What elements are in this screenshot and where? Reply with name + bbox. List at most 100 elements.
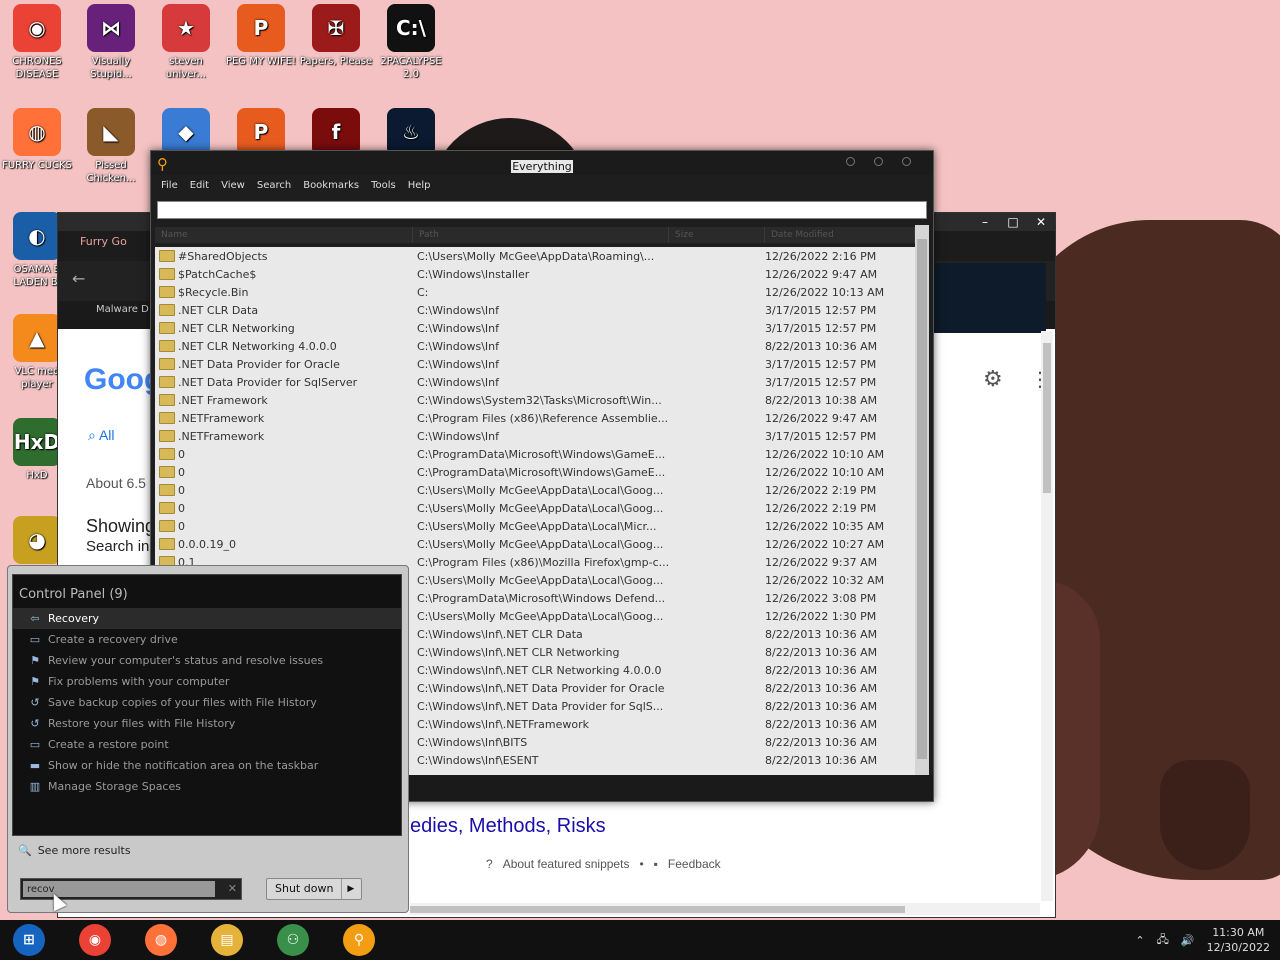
taskbar-button[interactable]: ◉	[66, 922, 124, 958]
vertical-scrollbar[interactable]	[1041, 331, 1053, 901]
chevron-up-icon[interactable]: ⌃	[1135, 934, 1144, 947]
bookmark-item[interactable]: Malware D	[96, 304, 149, 315]
file-history-icon: ↺	[30, 716, 40, 730]
menu-item[interactable]: File	[155, 175, 184, 197]
file-name: .NET Data Provider for Oracle	[178, 357, 340, 371]
network-icon[interactable]: 🖧	[1157, 931, 1169, 950]
start-result-label: Fix problems with your computer	[48, 675, 230, 688]
start-result-item[interactable]: ⇦ Recovery	[13, 608, 401, 629]
table-row[interactable]: .NET Data Provider for SqlServer C:\Windo…	[155, 373, 915, 391]
tab-all-label: All	[98, 427, 115, 443]
folder-icon	[159, 286, 175, 298]
scrollbar-thumb[interactable]	[917, 239, 927, 759]
column-header[interactable]: Date Modified	[765, 227, 915, 243]
table-row[interactable]: .NETFramework C:\Windows\Inf 3/17/2015 12:…	[155, 427, 915, 445]
taskbar-button[interactable]: ⚇	[264, 922, 322, 958]
file-name: .NET CLR Networking	[178, 321, 295, 335]
start-result-item[interactable]: ▥ Manage Storage Spaces	[13, 776, 401, 797]
back-arrow-icon[interactable]: ←	[72, 269, 85, 288]
vertical-scrollbar[interactable]	[915, 225, 929, 777]
everything-search-icon: ⚲	[343, 924, 375, 956]
browser-tab-title[interactable]: Furry Go	[80, 235, 127, 248]
column-header[interactable]: Size	[669, 227, 765, 243]
menu-item[interactable]: Search	[251, 175, 297, 197]
desktop-icon[interactable]: P PEG MY WIFE!	[224, 4, 298, 68]
start-result-item[interactable]: ↺ Restore your files with File History	[13, 713, 401, 734]
table-row[interactable]: 0 C:\Users\Molly McGee\AppData\Local\Goog…	[155, 499, 915, 517]
table-row[interactable]: 0.0.0.19_0 C:\Users\Molly McGee\AppData\L…	[155, 535, 915, 553]
desktop-icon[interactable]: ★ steven univer...	[149, 4, 223, 81]
menu-item[interactable]: Edit	[184, 175, 215, 197]
desktop-icon[interactable]: ◉ CHRONES DISEASE	[0, 4, 74, 81]
menu-item[interactable]: Help	[402, 175, 437, 197]
folder-icon	[159, 484, 175, 496]
clock[interactable]: 11:30 AM 12/30/2022	[1207, 925, 1270, 955]
desktop-icon[interactable]: ◍ FURRY CUCKS	[0, 108, 74, 172]
profile-avatar[interactable]	[928, 263, 1046, 333]
about-snippets-link[interactable]: About featured snippets	[503, 857, 630, 871]
start-result-item[interactable]: ↺ Save backup copies of your files with F…	[13, 692, 401, 713]
minimize-icon[interactable]	[846, 157, 855, 166]
maximize-icon[interactable]: □	[999, 213, 1027, 231]
taskbar-button[interactable]: ⊞	[0, 922, 58, 958]
feedback-link[interactable]: Feedback	[668, 857, 721, 871]
clock-time: 11:30 AM	[1212, 926, 1265, 939]
tab-all[interactable]: ⌕ All	[88, 427, 115, 444]
file-name: $Recycle.Bin	[178, 285, 249, 299]
desktop-icon[interactable]: ◣ Pissed Chicken...	[74, 108, 148, 185]
blue-flame-icon: ♨	[387, 108, 435, 156]
table-row[interactable]: 0 C:\Users\Molly McGee\AppData\Local\Micr…	[155, 517, 915, 535]
clear-search-icon[interactable]: ✕	[228, 882, 237, 895]
taskbar-button[interactable]: ▤	[198, 922, 256, 958]
minimize-icon[interactable]: –	[971, 213, 999, 231]
menu-item[interactable]: View	[215, 175, 251, 197]
start-result-item[interactable]: ▭ Create a recovery drive	[13, 629, 401, 650]
table-row[interactable]: $PatchCache$ C:\Windows\Installer 12/26/20…	[155, 265, 915, 283]
table-row[interactable]: .NET CLR Networking 4.0.0.0 C:\Windows\In…	[155, 337, 915, 355]
maximize-icon[interactable]	[874, 157, 883, 166]
table-row[interactable]: .NET Framework C:\Windows\System32\Tasks\…	[155, 391, 915, 409]
table-row[interactable]: 0 C:\ProgramData\Microsoft\Windows\GameE.…	[155, 445, 915, 463]
taskbar-button[interactable]: ⚲	[330, 922, 388, 958]
table-row[interactable]: .NETFramework C:\Program Files (x86)\Refe…	[155, 409, 915, 427]
start-result-item[interactable]: ⚑ Fix problems with your computer	[13, 671, 401, 692]
volume-icon[interactable]: 🔊	[1181, 934, 1195, 947]
start-result-item[interactable]: ▭ Create a restore point	[13, 734, 401, 755]
result-group-title[interactable]: Control Panel (9)	[13, 575, 401, 608]
scrollbar-thumb[interactable]	[1043, 343, 1051, 493]
everything-titlebar[interactable]: ⚲ Everything	[151, 151, 933, 175]
table-row[interactable]: .NET Data Provider for Oracle C:\Windows\…	[155, 355, 915, 373]
desktop-icon[interactable]: C:\ 2PACALYPSE 2.0	[374, 4, 448, 81]
table-row[interactable]: .NET CLR Networking C:\Windows\Inf 3/17/20…	[155, 319, 915, 337]
close-icon[interactable]	[902, 157, 911, 166]
vlc-icon: ▲	[13, 314, 61, 362]
table-row[interactable]: .NET CLR Data C:\Windows\Inf 3/17/2015 12:…	[155, 301, 915, 319]
column-header[interactable]: Name	[155, 227, 413, 243]
close-icon[interactable]: ✕	[1027, 213, 1055, 231]
file-path-cell: C:\ProgramData\Microsoft\Windows\GameE..…	[417, 465, 666, 479]
table-row[interactable]: #SharedObjects C:\Users\Molly McGee\AppDa…	[155, 247, 915, 265]
see-more-results[interactable]: 🔍 See more results	[18, 844, 131, 857]
menu-item[interactable]: Bookmarks	[297, 175, 365, 197]
scrollbar-thumb[interactable]	[410, 906, 905, 913]
desktop-icon[interactable]: ✠ Papers, Please	[299, 4, 373, 68]
horizontal-scrollbar[interactable]	[410, 903, 1040, 915]
chevron-right-icon[interactable]: ▶	[342, 884, 359, 894]
file-path-cell: C:	[417, 285, 429, 299]
table-row[interactable]: 0 C:\Users\Molly McGee\AppData\Local\Goog…	[155, 481, 915, 499]
desktop-icon[interactable]: ⋈ Visually Stupid...	[74, 4, 148, 81]
taskbar-button[interactable]: ◍	[132, 922, 190, 958]
column-header[interactable]: Path	[413, 227, 669, 243]
table-row[interactable]: $Recycle.Bin C: 12/26/2022 10:13 AM	[155, 283, 915, 301]
search-input[interactable]	[157, 201, 927, 219]
menu-item[interactable]: Tools	[365, 175, 402, 197]
date-modified-cell: 8/22/2013 10:36 AM	[765, 663, 878, 677]
table-row[interactable]: 0 C:\ProgramData\Microsoft\Windows\GameE.…	[155, 463, 915, 481]
result-link[interactable]: edies, Methods, Risks	[410, 815, 606, 838]
start-result-item[interactable]: ⚑ Review your computer's status and resol…	[13, 650, 401, 671]
help-icon: ?	[486, 857, 493, 871]
file-path-cell: C:\Windows\Inf\.NET CLR Data	[417, 627, 583, 641]
gear-icon[interactable]: ⚙	[983, 367, 1003, 392]
start-result-item[interactable]: ▬ Show or hide the notification area on t…	[13, 755, 401, 776]
shutdown-button[interactable]: Shut down ▶	[266, 878, 362, 900]
